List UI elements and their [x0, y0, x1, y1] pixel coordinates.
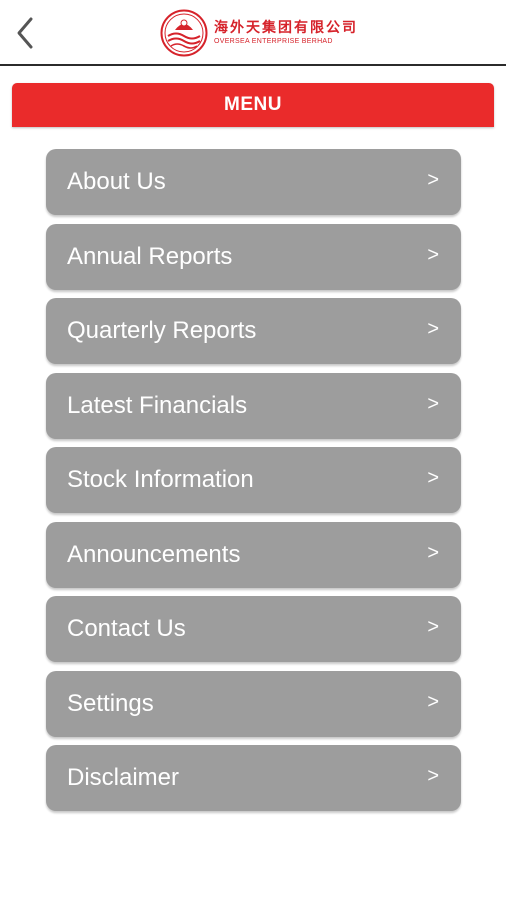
- logo-english-name: OVERSEA ENTERPRISE BERHAD: [214, 37, 333, 45]
- menu-item-annual-reports[interactable]: Annual Reports >: [46, 223, 461, 290]
- chevron-right-icon: >: [427, 765, 439, 787]
- menu-item-about-us[interactable]: About Us >: [46, 149, 461, 215]
- menu-item-quarterly-reports[interactable]: Quarterly Reports >: [46, 298, 461, 364]
- chevron-right-icon: >: [427, 690, 439, 713]
- chevron-right-icon: >: [427, 616, 439, 638]
- menu-item-label: Settings: [67, 689, 154, 717]
- back-button[interactable]: [8, 12, 42, 54]
- chevron-right-icon: >: [427, 392, 439, 415]
- chevron-right-icon: >: [427, 318, 439, 340]
- menu-item-label: Quarterly Reports: [67, 317, 257, 344]
- menu-item-announcements[interactable]: Announcements >: [46, 521, 461, 588]
- chevron-right-icon: >: [427, 169, 439, 191]
- menu-item-label: Stock Information: [67, 466, 254, 493]
- menu-header-bar: MENU: [12, 83, 494, 127]
- company-emblem-icon: [160, 9, 208, 57]
- company-logo: 海外天集团有限公司 OVERSEA ENTERPRISE BERHAD: [160, 9, 360, 57]
- chevron-right-icon: >: [427, 541, 439, 564]
- menu-list: About Us > Annual Reports > Quarterly Re…: [46, 149, 461, 820]
- app-header: 海外天集团有限公司 OVERSEA ENTERPRISE BERHAD: [0, 0, 506, 66]
- menu-item-label: About Us: [67, 168, 166, 195]
- menu-item-stock-information[interactable]: Stock Information >: [46, 447, 461, 513]
- chevron-left-icon: [17, 17, 33, 49]
- menu-item-label: Contact Us: [67, 615, 186, 642]
- menu-item-contact-us[interactable]: Contact Us >: [46, 596, 461, 662]
- menu-item-label: Latest Financials: [67, 391, 248, 419]
- menu-title: MENU: [224, 94, 282, 115]
- chevron-right-icon: >: [427, 467, 439, 489]
- menu-item-latest-financials[interactable]: Latest Financials >: [46, 372, 461, 439]
- menu-item-label: Disclaimer: [67, 764, 180, 791]
- menu-item-label: Annual Reports: [67, 242, 233, 270]
- logo-chinese-name: 海外天集团有限公司: [214, 19, 358, 36]
- menu-item-disclaimer[interactable]: Disclaimer >: [46, 745, 461, 811]
- chevron-right-icon: >: [427, 243, 439, 266]
- menu-item-label: Announcements: [67, 540, 241, 568]
- menu-item-settings[interactable]: Settings >: [46, 670, 461, 737]
